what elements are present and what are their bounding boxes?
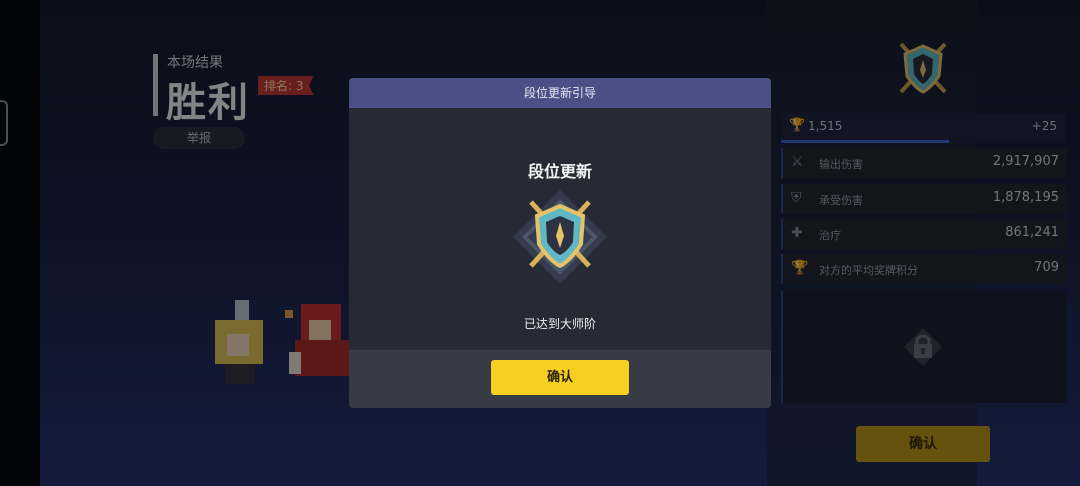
rank-update-dialog: 段位更新引导 段位更新 已达到大师阶 确认 <box>349 78 771 408</box>
dialog-title: 段位更新 <box>527 162 592 181</box>
master-rank-emblem-icon <box>513 190 607 284</box>
confirm-button[interactable]: 确认 <box>491 360 629 395</box>
dialog-header: 段位更新引导 <box>349 78 771 108</box>
dialog-message: 已达到大师阶 <box>523 317 596 331</box>
